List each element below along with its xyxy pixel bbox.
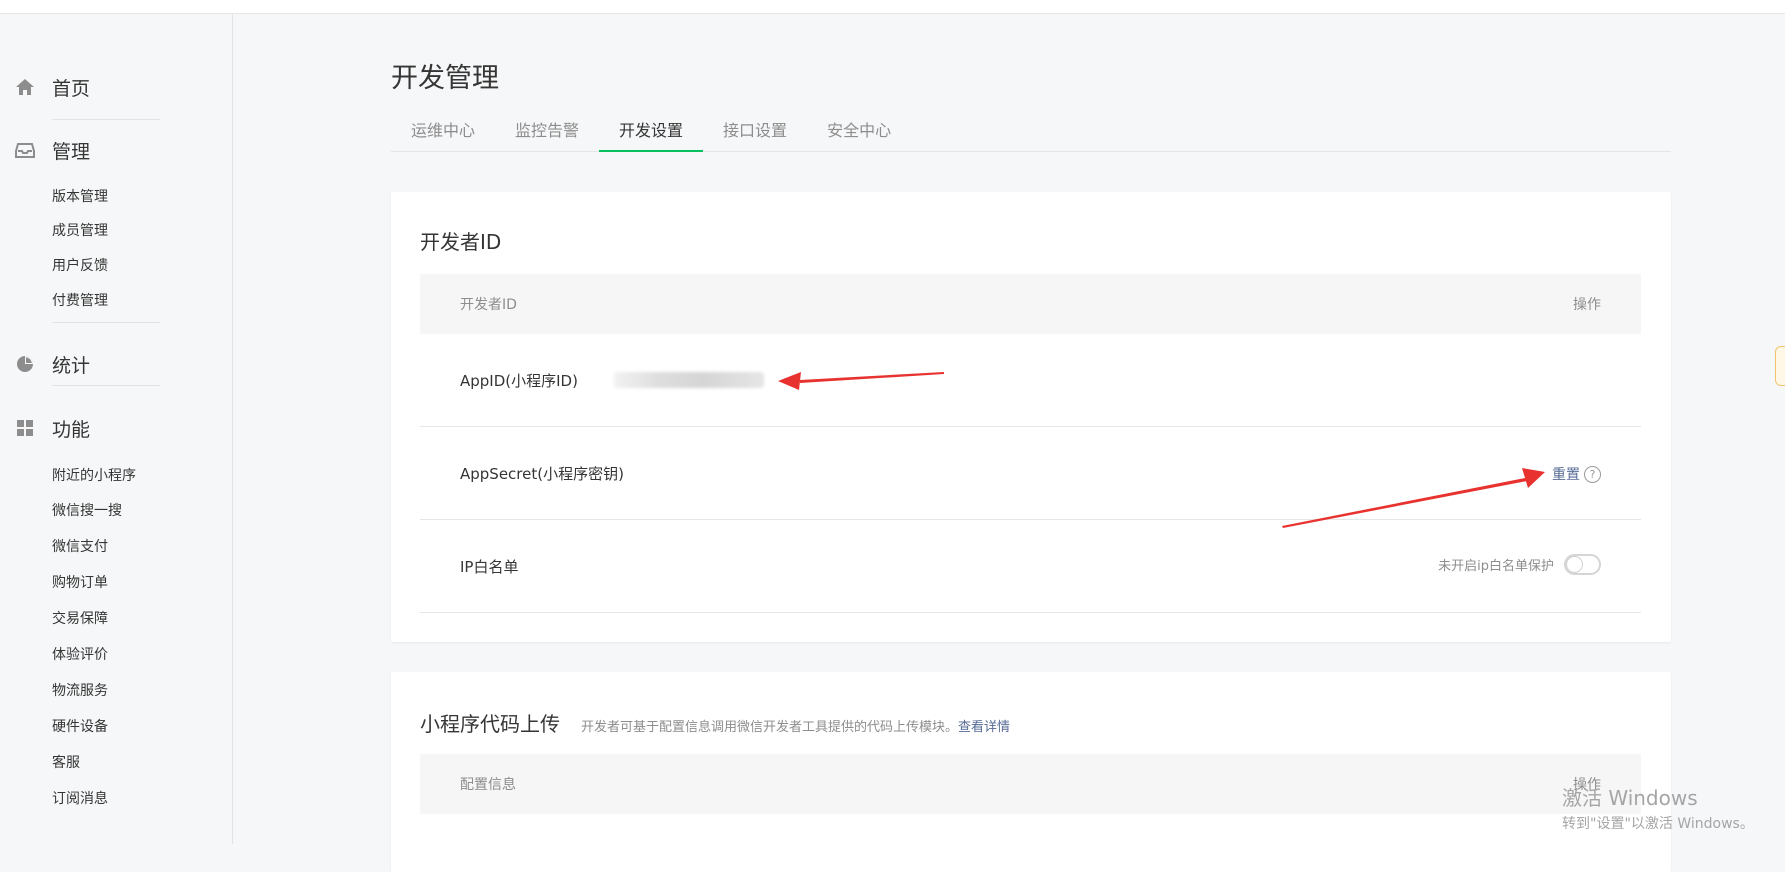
nav-manage[interactable]: 管理 [14,136,90,164]
code-upload-description: 开发者可基于配置信息调用微信开发者工具提供的代码上传模块。查看详情 [581,716,1010,735]
inbox-icon [14,139,36,161]
appsecret-row: AppSecret(小程序密钥) 重置 ? [420,427,1641,520]
nav-user-feedback[interactable]: 用户反馈 [52,255,108,275]
nav-shopping-orders[interactable]: 购物订单 [52,572,108,592]
toggle-knob [1567,557,1582,572]
nav-divider [52,119,160,120]
ip-whitelist-control: 未开启ip白名单保护 [1438,554,1601,575]
side-float-widget[interactable] [1775,346,1785,386]
nav-logistics[interactable]: 物流服务 [52,680,108,700]
appid-label: AppID(小程序ID) [460,372,578,390]
help-icon[interactable]: ? [1584,465,1601,483]
nav-payment-manage[interactable]: 付费管理 [52,290,108,310]
nav-version-manage[interactable]: 版本管理 [52,186,108,206]
ip-whitelist-row: IP白名单 未开启ip白名单保护 [420,520,1641,613]
config-table-header: 配置信息 操作 [420,754,1641,814]
nav-stats[interactable]: 统计 [14,350,90,378]
grid-icon [14,417,36,439]
tab-dev-settings[interactable]: 开发设置 [599,112,704,152]
appid-value-redacted [614,372,764,388]
sidebar: 首页 管理 版本管理 成员管理 用户反馈 付费管理 统计 功能 附近的小程序 微… [0,14,233,844]
view-details-link[interactable]: 查看详情 [958,720,1010,735]
nav-nearby-miniprogram[interactable]: 附近的小程序 [52,465,136,485]
tab-api-settings[interactable]: 接口设置 [703,112,807,152]
home-icon [14,76,36,98]
appsecret-label: AppSecret(小程序密钥) [460,465,624,483]
header-config-info: 配置信息 [460,777,516,793]
nav-manage-label: 管理 [52,140,91,163]
appid-row: AppID(小程序ID) [420,334,1641,427]
nav-customer-service[interactable]: 客服 [52,752,80,772]
nav-wechat-pay[interactable]: 微信支付 [52,536,108,556]
reset-action: 重置 ? [1552,464,1601,484]
developer-id-card: 开发者ID 开发者ID 操作 AppID(小程序ID) AppSecret(小程… [391,192,1671,642]
developer-id-table-header: 开发者ID 操作 [420,274,1641,334]
nav-features[interactable]: 功能 [14,414,90,442]
nav-divider [52,385,160,386]
nav-home-label: 首页 [52,77,91,100]
tab-ops-center[interactable]: 运维中心 [391,112,495,152]
pie-chart-icon [14,353,36,375]
nav-member-manage[interactable]: 成员管理 [52,220,108,240]
reset-link[interactable]: 重置 [1552,464,1580,484]
header-operation: 操作 [1573,777,1601,793]
nav-features-label: 功能 [52,418,91,441]
code-upload-desc-text: 开发者可基于配置信息调用微信开发者工具提供的代码上传模块。 [581,720,959,735]
header-developer-id: 开发者ID [460,297,517,313]
header-operation: 操作 [1573,297,1601,313]
tab-bar: 运维中心 监控告警 开发设置 接口设置 安全中心 [391,112,1671,152]
nav-stats-label: 统计 [52,354,91,377]
nav-home[interactable]: 首页 [14,73,90,101]
nav-divider [52,322,160,323]
nav-wechat-search[interactable]: 微信搜一搜 [52,500,122,520]
code-upload-card: 小程序代码上传 开发者可基于配置信息调用微信开发者工具提供的代码上传模块。查看详… [391,672,1671,872]
ip-whitelist-status: 未开启ip白名单保护 [1438,559,1554,574]
nav-hardware[interactable]: 硬件设备 [52,716,108,736]
developer-id-title: 开发者ID [420,230,502,254]
ip-whitelist-toggle[interactable] [1564,554,1601,575]
main-content: 开发管理 运维中心 监控告警 开发设置 接口设置 安全中心 开发者ID 开发者I… [391,0,1671,872]
nav-experience-rating[interactable]: 体验评价 [52,644,108,664]
nav-subscribe-message[interactable]: 订阅消息 [52,788,108,808]
ip-whitelist-label: IP白名单 [460,558,519,576]
tab-security-center[interactable]: 安全中心 [807,112,911,152]
code-upload-title: 小程序代码上传 [420,712,560,736]
page-title: 开发管理 [391,63,499,94]
tab-monitor-alert[interactable]: 监控告警 [495,112,599,152]
nav-trade-guarantee[interactable]: 交易保障 [52,608,108,628]
